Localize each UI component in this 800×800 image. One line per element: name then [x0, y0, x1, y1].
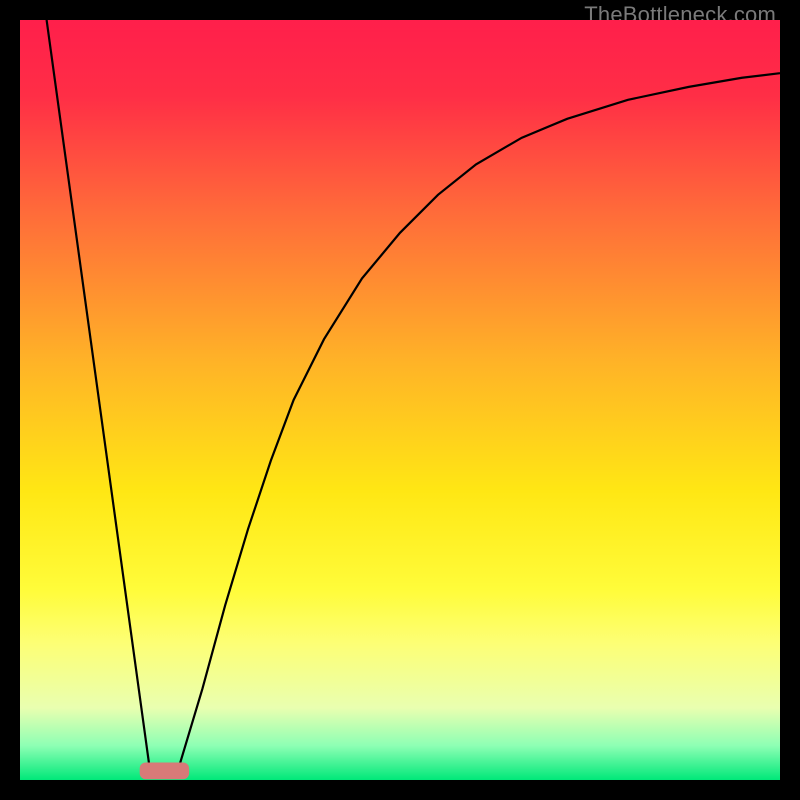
chart-background — [20, 20, 780, 780]
valley-marker — [140, 763, 189, 780]
bottleneck-chart — [20, 20, 780, 780]
chart-frame — [20, 20, 780, 780]
